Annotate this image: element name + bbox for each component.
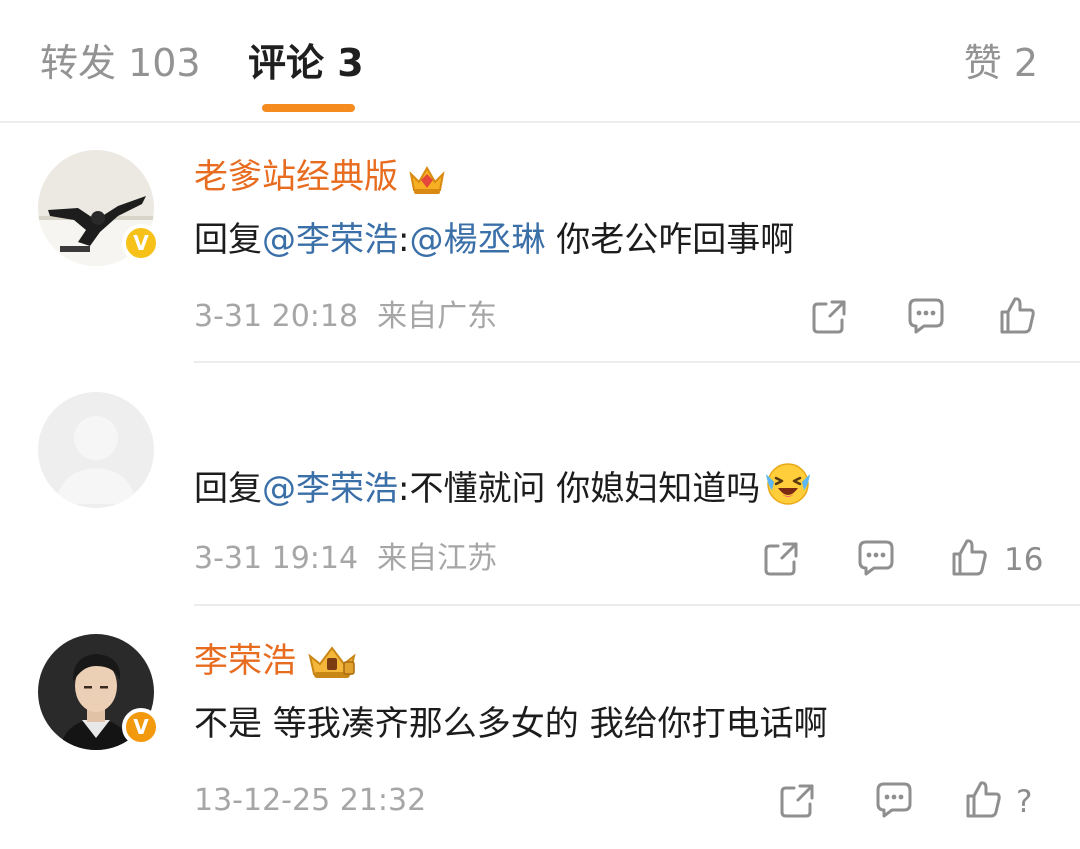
username[interactable]: 李荣浩 bbox=[194, 640, 358, 682]
crown-icon bbox=[409, 165, 445, 194]
tabs-divider bbox=[0, 121, 1080, 123]
avatar[interactable] bbox=[38, 392, 154, 508]
tab-comments[interactable]: 评论 3 bbox=[248, 38, 364, 88]
comment-actions bbox=[808, 294, 1048, 342]
avatar[interactable]: V bbox=[38, 634, 160, 750]
active-tab-indicator bbox=[262, 104, 355, 112]
crown-badge-icon bbox=[308, 645, 356, 678]
username[interactable]: 老爹站经典版 bbox=[194, 156, 446, 198]
comment-icon[interactable] bbox=[904, 294, 948, 338]
thumbs-up-icon[interactable] bbox=[948, 536, 992, 580]
avatar-image bbox=[38, 392, 154, 508]
like-count: 16 bbox=[1004, 542, 1044, 578]
avatar[interactable]: V bbox=[38, 150, 160, 266]
comment-actions: 16 bbox=[760, 536, 1060, 584]
comment-divider bbox=[194, 361, 1080, 363]
like-count: ? bbox=[1016, 784, 1033, 820]
mention-link[interactable]: @楊丞琳 bbox=[409, 220, 545, 260]
comment-tabs: 转发 103 评论 3 赞 2 bbox=[0, 0, 1080, 123]
mention-link[interactable]: @李荣浩 bbox=[262, 469, 398, 509]
mention-link[interactable]: @李荣浩 bbox=[262, 220, 398, 260]
share-icon[interactable] bbox=[760, 536, 804, 580]
comment-location: 来自广东 bbox=[377, 299, 498, 334]
comment-time: 3-31 20:18 bbox=[194, 299, 359, 334]
comment-meta: 13-12-25 21:32 bbox=[194, 782, 426, 820]
comment-body: 你老公咋回事啊 bbox=[545, 220, 795, 260]
verified-badge: V bbox=[122, 224, 160, 262]
share-icon[interactable] bbox=[776, 778, 820, 822]
tab-likes[interactable]: 赞 2 bbox=[964, 38, 1038, 88]
comment-text: 回复@李荣浩:@楊丞琳 你老公咋回事啊 bbox=[194, 217, 794, 263]
comment-body: 不是 等我凑齐那么多女的 我给你打电话啊 bbox=[194, 704, 828, 744]
laugh-cry-emoji bbox=[766, 463, 811, 505]
separator: : bbox=[398, 220, 410, 260]
comment-icon[interactable] bbox=[854, 536, 898, 580]
comment-meta: 3-31 20:18 来自广东 bbox=[194, 298, 497, 336]
comment-time: 13-12-25 21:32 bbox=[194, 783, 427, 818]
comment-meta: 3-31 19:14 来自江苏 bbox=[194, 540, 497, 578]
tab-reposts[interactable]: 转发 103 bbox=[40, 38, 201, 88]
verified-badge: V bbox=[122, 708, 160, 746]
reply-prefix: 回复 bbox=[194, 469, 262, 509]
comment-text: 不是 等我凑齐那么多女的 我给你打电话啊 bbox=[194, 701, 828, 747]
comment-time: 3-31 19:14 bbox=[194, 541, 359, 576]
comment-actions: ? bbox=[776, 778, 1066, 826]
share-icon[interactable] bbox=[808, 294, 852, 338]
comment-text: 回复@李荣浩:不懂就问 你媳妇知道吗 bbox=[194, 460, 812, 512]
comment-icon[interactable] bbox=[872, 778, 916, 822]
comment-divider bbox=[194, 604, 1080, 606]
comment-location: 来自江苏 bbox=[377, 541, 498, 576]
username-text[interactable]: 李荣浩 bbox=[194, 641, 296, 681]
comment-body: :不懂就问 你媳妇知道吗 bbox=[398, 469, 761, 509]
thumbs-up-icon[interactable] bbox=[962, 778, 1006, 822]
reply-prefix: 回复 bbox=[194, 220, 262, 260]
username-text[interactable]: 老爹站经典版 bbox=[194, 157, 398, 197]
thumbs-up-icon[interactable] bbox=[996, 294, 1040, 338]
